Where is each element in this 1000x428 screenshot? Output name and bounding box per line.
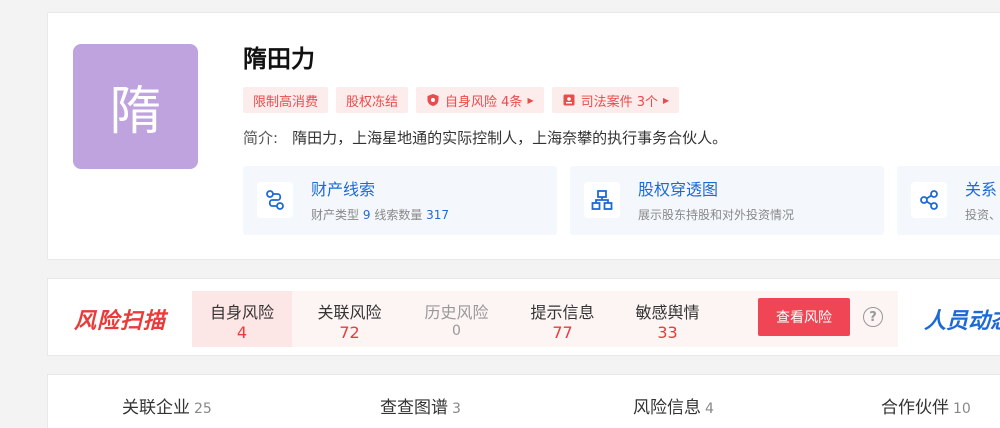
risk-tags: 限制高消费 股权冻结 自身风险 4条 ▶ 司法案件 3个 ▶ <box>243 87 680 113</box>
risk-item-sentiment[interactable]: 敏感舆情 33 <box>615 291 720 347</box>
intro-text: 隋田力，上海星地通的实际控制人，上海奈攀的执行事务合伙人。 <box>292 129 728 147</box>
risk-item-history[interactable]: 历史风险 0 <box>404 291 509 347</box>
case-icon <box>563 94 575 106</box>
risk-item-notice[interactable]: 提示信息 77 <box>510 291 615 347</box>
feature-equity-chart[interactable]: 股权穿透图 展示股东持股和对外投资情况 <box>570 166 884 235</box>
feature-sub: 财产类型 9 线索数量 317 <box>311 208 450 222</box>
tag-equity-freeze[interactable]: 股权冻结 <box>336 87 409 113</box>
tag-high-consumption[interactable]: 限制高消费 <box>243 87 329 113</box>
intro: 简介: 隋田力，上海星地通的实际控制人，上海奈攀的执行事务合伙人。 <box>243 127 727 149</box>
tag-judicial-cases[interactable]: 司法案件 3个 ▶ <box>551 87 680 113</box>
feature-relations[interactable]: 关系 投资、 <box>897 166 1000 235</box>
profile-card: 隋 隋田力 限制高消费 股权冻结 自身风险 4条 ▶ 司法案件 3个 ▶ 简介:… <box>47 12 1000 260</box>
tabs-bar: 关联企业 25 查查图谱 3 风险信息 4 合作伙伴 10 <box>47 374 1000 428</box>
tab-graph[interactable]: 查查图谱 3 <box>380 393 461 418</box>
risk-item-self[interactable]: 自身风险 4 <box>192 291 292 347</box>
feature-sub: 展示股东持股和对外投资情况 <box>638 208 795 222</box>
person-name: 隋田力 <box>243 45 315 73</box>
help-icon[interactable]: ? <box>863 307 883 327</box>
feature-title: 财产线索 <box>311 180 376 199</box>
tab-risk-info[interactable]: 风险信息 4 <box>633 393 714 418</box>
avatar: 隋 <box>73 44 198 169</box>
tag-self-risk[interactable]: 自身风险 4条 ▶ <box>416 87 544 113</box>
triangle-right-icon: ▶ <box>527 95 534 105</box>
feature-sub: 投资、 <box>965 208 1000 222</box>
risk-item-related[interactable]: 关联风险 72 <box>297 291 402 347</box>
risk-scan-card: 风险扫描 自身风险 4 关联风险 72 历史风险 0 提示信息 77 敏感舆情 … <box>47 278 1000 356</box>
share-relation-icon <box>911 182 947 218</box>
property-clue-icon <box>257 182 293 218</box>
risk-scan-logo: 风险扫描 <box>74 309 167 334</box>
intro-label: 简介: <box>243 129 279 147</box>
equity-chart-icon <box>584 182 620 218</box>
feature-title: 关系 <box>965 180 998 199</box>
tab-partners[interactable]: 合作伙伴 10 <box>881 393 971 418</box>
tab-related-companies[interactable]: 关联企业 25 <box>122 393 212 418</box>
feature-title: 股权穿透图 <box>638 180 719 199</box>
view-risk-button[interactable]: 查看风险 <box>758 298 850 336</box>
shield-icon <box>427 94 439 106</box>
triangle-right-icon: ▶ <box>663 95 670 105</box>
people-dynamics-logo[interactable]: 人员动态 <box>924 303 1000 335</box>
feature-property-clues[interactable]: 财产线索 财产类型 9 线索数量 317 <box>243 166 557 235</box>
